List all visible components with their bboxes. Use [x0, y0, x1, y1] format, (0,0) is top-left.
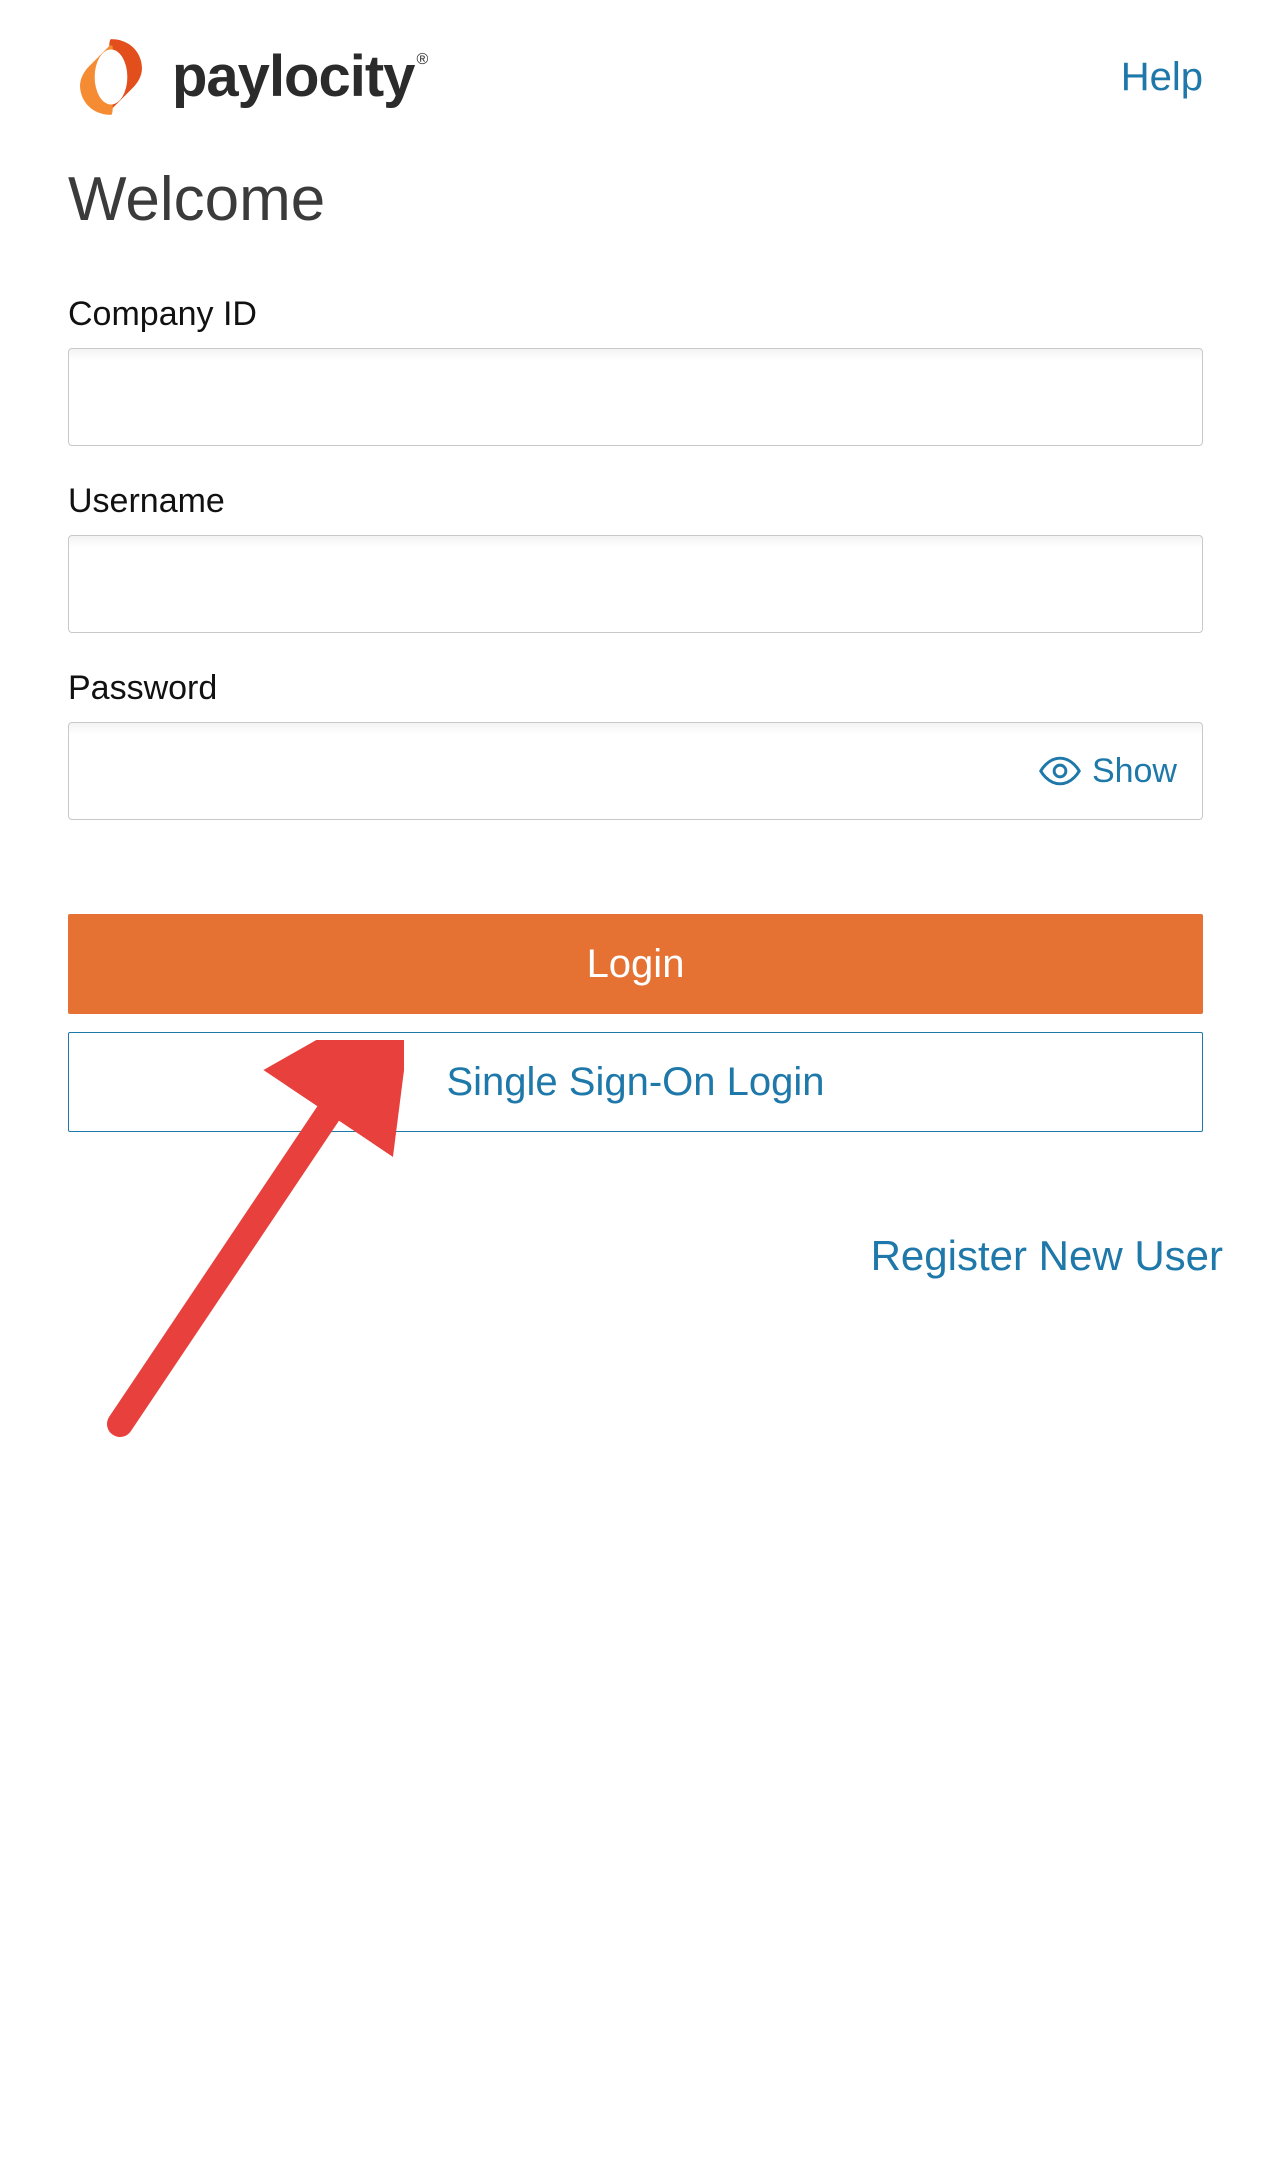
eye-icon — [1038, 749, 1082, 793]
help-link[interactable]: Help — [1121, 55, 1203, 100]
show-password-toggle[interactable]: Show — [1028, 743, 1187, 799]
register-new-user-link[interactable]: Register New User — [871, 1232, 1223, 1280]
password-input-wrap: Show — [68, 722, 1203, 820]
username-label: Username — [68, 482, 1203, 521]
paylocity-logo-icon — [68, 34, 154, 120]
company-id-input[interactable] — [68, 348, 1203, 446]
username-field-group: Username — [68, 482, 1203, 633]
brand-name: paylocity® — [172, 48, 425, 106]
login-page: paylocity® Help Welcome Company ID Usern… — [0, 0, 1271, 1280]
header: paylocity® Help — [68, 34, 1203, 120]
username-input[interactable] — [68, 535, 1203, 633]
sso-button[interactable]: Single Sign-On Login — [68, 1032, 1203, 1132]
brand-logo: paylocity® — [68, 34, 425, 120]
company-id-field-group: Company ID — [68, 295, 1203, 446]
password-field-group: Password Show — [68, 669, 1203, 820]
company-id-label: Company ID — [68, 295, 1203, 334]
show-password-label: Show — [1092, 752, 1177, 791]
login-button[interactable]: Login — [68, 914, 1203, 1014]
page-title: Welcome — [68, 164, 1203, 235]
password-label: Password — [68, 669, 1203, 708]
